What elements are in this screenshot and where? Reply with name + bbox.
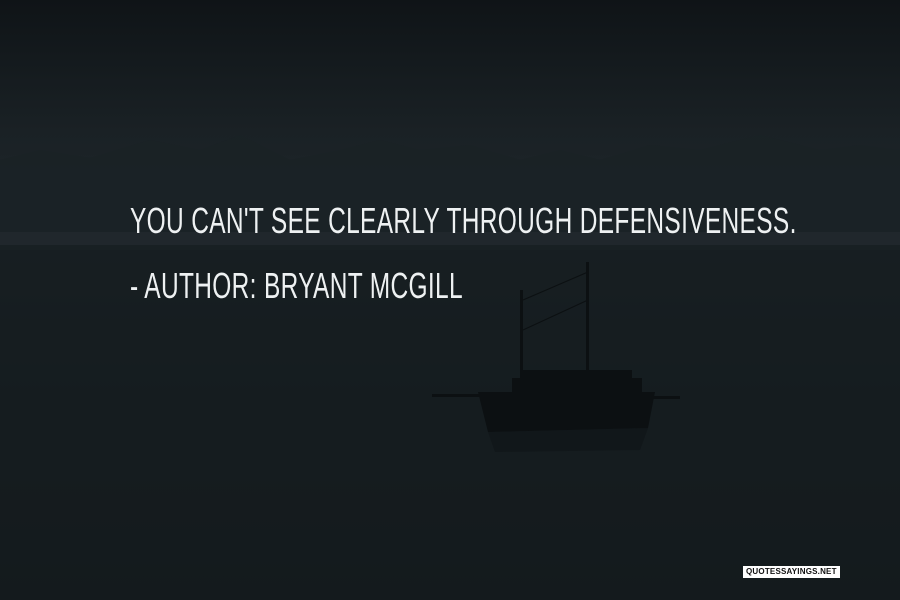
quote-image: You can't see clearly through defensiven… xyxy=(0,0,900,600)
quote-author: - Author: Bryant McGill xyxy=(130,265,463,306)
quote-text: You can't see clearly through defensiven… xyxy=(130,200,797,241)
watermark-logo: QUOTESSAYINGS.NET xyxy=(743,566,840,578)
ship-reflection xyxy=(488,428,648,452)
